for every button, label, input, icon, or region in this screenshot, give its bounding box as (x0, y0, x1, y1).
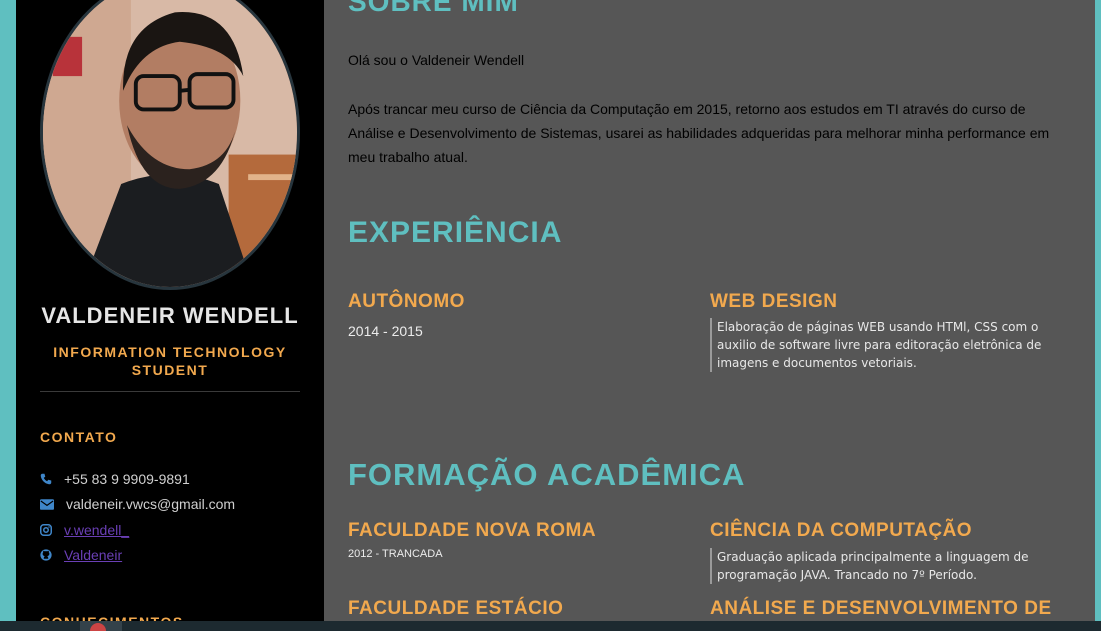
sidebar-divider (40, 391, 300, 392)
education-school-2: FACULDADE ESTÁCIO (348, 598, 564, 619)
contact-instagram: v.wendell_ (40, 517, 235, 543)
os-taskbar (0, 621, 1101, 631)
instagram-icon (40, 523, 64, 536)
github-icon (40, 549, 64, 561)
experience-role: WEB DESIGN (710, 291, 838, 312)
about-text: Após trancar meu curso de Ciência da Com… (348, 101, 1050, 165)
education-description-1: Graduação aplicada principalmente a ling… (710, 548, 1050, 584)
instagram-link[interactable]: v.wendell_ (64, 522, 129, 538)
experience-company: AUTÔNOMO (348, 291, 465, 312)
portrait-image (43, 0, 297, 287)
about-heading: SOBRE MIM (348, 0, 519, 17)
contact-phone-text: +55 83 9 9909-9891 (64, 470, 190, 487)
contact-email: valdeneir.vwcs@gmail.com (40, 492, 235, 518)
experience-period: 2014 - 2015 (348, 323, 423, 339)
profile-name: VALDENEIR WENDELL (41, 303, 299, 328)
contact-list: +55 83 9 9909-9891 valdeneir.vwcs@gmail.… (40, 466, 235, 568)
education-course-2: ANÁLISE E DESENVOLVIMENTO DE (710, 598, 1052, 619)
sidebar: VALDENEIR WENDELL INFORMATION TECHNOLOGY… (16, 0, 324, 631)
education-school-1: FACULDADE NOVA ROMA (348, 520, 597, 541)
education-course-1: CIÊNCIA DA COMPUTAÇÃO (710, 520, 973, 541)
education-heading: FORMAÇÃO ACADÊMICA (348, 457, 746, 492)
education-period-1: 2012 - TRANCADA (348, 548, 443, 560)
github-link[interactable]: Valdeneir (64, 547, 122, 563)
experience-heading: EXPERIÊNCIA (348, 216, 563, 249)
profile-photo (40, 0, 300, 290)
about-greeting: Olá sou o Valdeneir Wendell (348, 52, 525, 68)
phone-icon (40, 473, 64, 485)
contact-email-text: valdeneir.vwcs@gmail.com (66, 496, 236, 513)
profile-role: INFORMATION TECHNOLOGY STUDENT (53, 344, 287, 378)
experience-description: Elaboração de páginas WEB usando HTMl, C… (710, 318, 1060, 372)
contact-heading: CONTATO (40, 429, 118, 445)
envelope-icon (40, 499, 64, 510)
contact-phone: +55 83 9 9909-9891 (40, 466, 235, 492)
contact-github: Valdeneir (40, 543, 235, 569)
